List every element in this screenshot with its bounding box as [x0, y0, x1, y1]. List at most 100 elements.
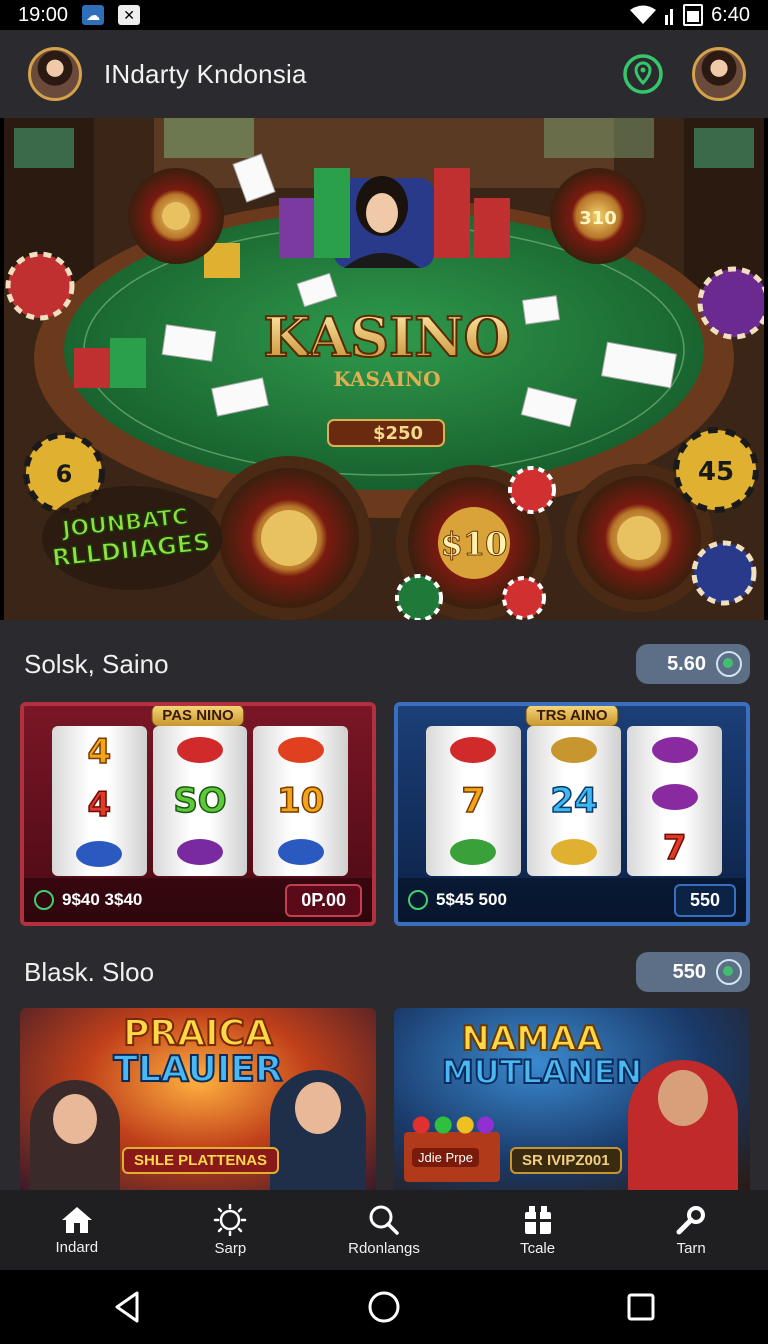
hero-subtitle: KASAINO — [333, 367, 440, 391]
location-icon — [623, 54, 663, 94]
wrench-icon — [676, 1205, 706, 1234]
candy-box-label: Jdie Prpe — [412, 1148, 479, 1167]
hero-title: KASINO — [263, 305, 510, 369]
battery-time: 6:40 — [711, 3, 750, 26]
promo-subtitle: SR IVIPZ001 — [510, 1147, 622, 1174]
slot-reel: 4 4 — [52, 726, 147, 876]
coin-icon — [34, 890, 54, 910]
home-icon — [61, 1206, 92, 1233]
fruit-icon — [651, 736, 698, 763]
home-circle-icon[interactable] — [366, 1289, 402, 1325]
slot-game-card[interactable]: TRS AINO 7 24 7 5$45 500 550 — [394, 702, 750, 926]
slot-reel: 24 — [526, 726, 622, 876]
nav-label: Tcale — [520, 1239, 556, 1257]
promo-card[interactable]: PRAICA TLAUIER SHLE PLATTENAS — [20, 1008, 376, 1190]
reel-symbol: 24 — [550, 780, 599, 821]
pill-value: 550 — [672, 960, 706, 983]
section-header-1: Solsk, Saino 5.60 — [24, 642, 750, 686]
slot-reel: SO — [152, 726, 248, 876]
pill-value: 5.60 — [667, 652, 706, 675]
slot-play-button[interactable]: 550 — [673, 883, 736, 917]
nav-item-search[interactable]: Rdonlangs — [324, 1204, 444, 1257]
fruit-icon — [651, 783, 698, 810]
status-time: 19:00 — [18, 3, 69, 26]
reel-symbol: 10 — [276, 780, 325, 821]
reel-symbol: SO — [173, 780, 228, 821]
nav-item-tarn[interactable]: Tarn — [631, 1204, 751, 1257]
slot-badge: PAS NINO — [151, 706, 245, 727]
slot-bet: 9$40 3$40 — [62, 890, 143, 909]
section-title: Blask. Sloo — [24, 956, 155, 987]
nav-label: Sarp — [214, 1239, 247, 1257]
reel-symbol: 7 — [461, 780, 486, 821]
profile-avatar[interactable] — [28, 47, 82, 101]
timer-icon — [716, 651, 742, 677]
slot-play-button[interactable]: 0P.00 — [285, 883, 362, 917]
slot-footer: 9$40 3$40 0P.00 — [24, 878, 372, 922]
casino-table-illustration: KASINO KASAINO $250 310 $10 6 45 JOUNBAT… — [4, 118, 764, 620]
gold-bar-icon — [551, 839, 597, 866]
content-area: Solsk, Saino 5.60 PAS NINO 4 4 SO 10 9$4… — [0, 620, 768, 1190]
nav-label: Indard — [55, 1238, 99, 1256]
slot-game-card[interactable]: PAS NINO 4 4 SO 10 9$40 3$40 0P.00 — [20, 702, 376, 926]
promo-title-line1: PRAICA — [122, 1013, 274, 1054]
nav-label: Tarn — [676, 1239, 706, 1257]
disc-icon — [177, 736, 223, 763]
promo-title-line1: NAMAA — [460, 1019, 603, 1059]
sun-icon — [214, 1203, 247, 1236]
reel-symbol: 7 — [662, 828, 687, 869]
slot-reels: 7 24 7 — [426, 726, 723, 876]
gift-icon — [524, 1205, 551, 1234]
promo-subtitle: SHLE PLATTENAS — [122, 1147, 280, 1174]
left-chip-label: 6 — [56, 460, 73, 488]
app-header: INdarty Kndonsia — [0, 30, 768, 118]
coin-icon — [408, 890, 428, 910]
section-pill[interactable]: 550 — [636, 952, 750, 992]
app-title: INdarty Kndonsia — [104, 58, 307, 89]
candy-box: Jdie Prpe — [404, 1112, 500, 1182]
location-button[interactable] — [620, 51, 666, 97]
slot-footer: 5$45 500 550 — [398, 878, 746, 922]
slot-bet: 5$45 500 — [436, 890, 507, 909]
recents-icon[interactable] — [625, 1291, 657, 1323]
center-wheel-label: $10 — [441, 525, 508, 563]
player-figure — [270, 1070, 366, 1190]
back-icon[interactable] — [111, 1289, 143, 1325]
slot-reel: 10 — [253, 726, 349, 876]
promo-card[interactable]: NAMAA MUTLANEN Jdie Prpe SR IVIPZ001 — [394, 1008, 750, 1190]
nav-item-sarp[interactable]: Sarp — [170, 1203, 290, 1257]
close-notification-icon: ✕ — [118, 5, 141, 25]
battery-icon — [683, 4, 704, 26]
reel-symbol: 4 — [87, 732, 112, 773]
player-figure — [628, 1060, 738, 1190]
nav-label: Rdonlangs — [348, 1239, 420, 1257]
right-roulette-label: 310 — [579, 208, 617, 229]
banner-icon — [551, 736, 597, 763]
nav-item-home[interactable]: Indard — [17, 1205, 137, 1256]
reel-symbol: 4 — [87, 784, 112, 825]
bottom-nav: Indard Sarp Rdonlangs Tcale Tarn — [0, 1190, 768, 1270]
slot-reel: 7 — [627, 726, 723, 876]
hero-banner[interactable]: KASINO KASAINO $250 310 $10 6 45 JOUNBAT… — [4, 118, 764, 620]
table-plate: $250 — [373, 423, 423, 444]
search-icon — [369, 1205, 399, 1235]
section-header-2: Blask. Sloo 550 — [24, 950, 750, 994]
wifi-icon — [630, 5, 657, 24]
slot-badge: TRS AINO — [525, 706, 619, 727]
hat-icon — [76, 840, 123, 867]
player-figure — [30, 1080, 120, 1190]
status-bar: 19:00 ☁ ✕ 6:40 — [0, 0, 768, 30]
user-avatar[interactable] — [692, 47, 746, 101]
pepper-icon — [277, 736, 324, 763]
timer-icon — [716, 959, 742, 985]
system-nav-bar — [0, 1270, 768, 1344]
section-title: Solsk, Saino — [24, 648, 169, 679]
nav-item-tcale[interactable]: Tcale — [478, 1204, 598, 1257]
slot-reels: 4 4 SO 10 — [52, 726, 349, 876]
signal-icon — [665, 9, 674, 25]
right-chip-label: 45 — [698, 457, 734, 487]
hat-icon — [277, 839, 324, 866]
rainbow-icon — [450, 839, 497, 866]
slot-reel: 7 — [426, 726, 521, 876]
section-pill[interactable]: 5.60 — [636, 644, 750, 684]
